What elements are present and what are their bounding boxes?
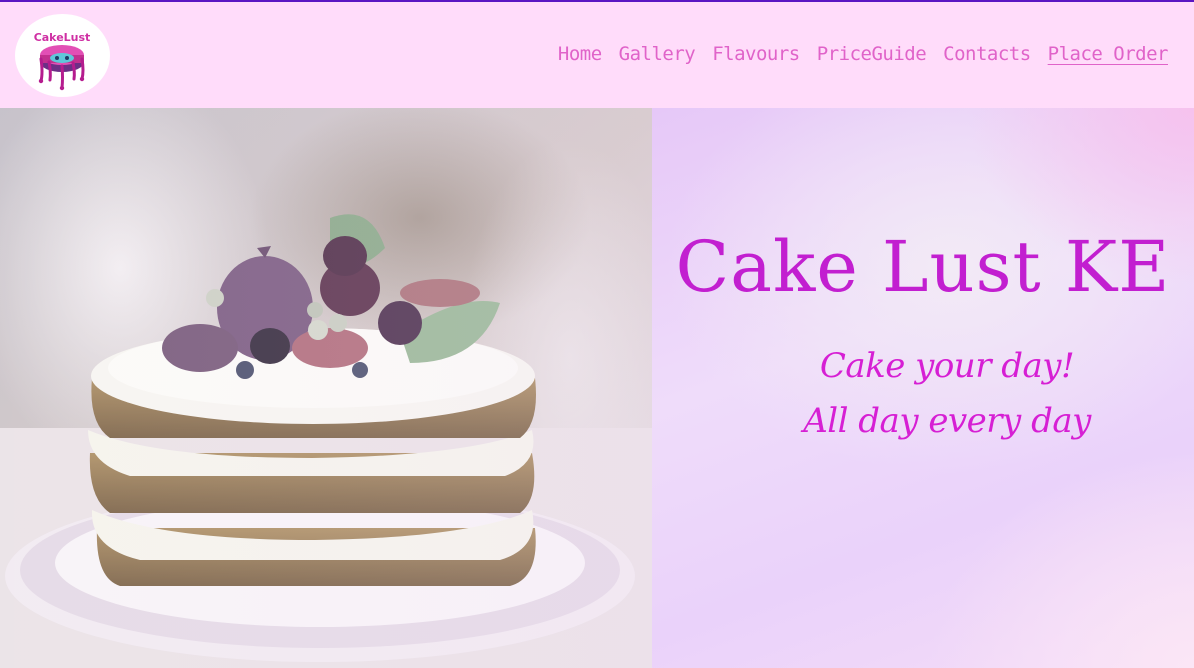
- page: CakeLust Home Gallery Flavours PriceGuid…: [0, 0, 1194, 668]
- logo-text: CakeLust: [34, 31, 91, 44]
- site-header: CakeLust Home Gallery Flavours PriceGuid…: [0, 0, 1194, 108]
- hero-cake-image: [0, 108, 652, 668]
- tagline-line-1: Cake your day!: [819, 346, 1075, 386]
- nav-home[interactable]: Home: [558, 43, 602, 65]
- logo[interactable]: CakeLust: [15, 14, 110, 97]
- nav-flavours[interactable]: Flavours: [712, 43, 800, 65]
- nav-contacts[interactable]: Contacts: [943, 43, 1031, 65]
- hero-panel: Cake Lust KE Cake your day! All day ever…: [652, 108, 1194, 668]
- hero-title: Cake Lust KE: [675, 226, 1171, 308]
- main-nav: Home Gallery Flavours PriceGuide Contact…: [558, 43, 1169, 65]
- tagline-line-2: All day every day: [803, 401, 1091, 441]
- cake-photo-icon: [0, 108, 652, 668]
- nav-place-order[interactable]: Place Order: [1048, 43, 1169, 65]
- logo-cake-icon: CakeLust: [21, 14, 104, 97]
- nav-price-guide[interactable]: PriceGuide: [817, 43, 927, 65]
- nav-gallery[interactable]: Gallery: [619, 43, 696, 65]
